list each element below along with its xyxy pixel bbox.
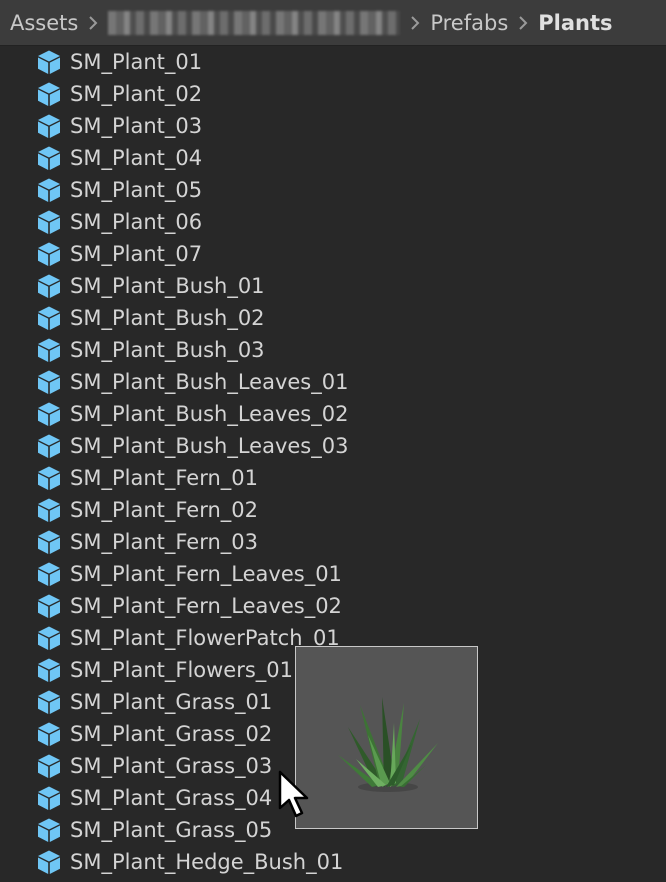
- list-item[interactable]: SM_Plant_Bush_03: [36, 334, 265, 366]
- chevron-right-icon: [400, 15, 430, 31]
- list-item[interactable]: SM_Plant_02: [36, 78, 202, 110]
- prefab-cube-icon: [36, 433, 70, 459]
- prefab-cube-icon: [36, 145, 70, 171]
- prefab-cube-icon: [36, 337, 70, 363]
- list-item[interactable]: SM_Plant_Fern_Leaves_01: [36, 558, 342, 590]
- mouse-pointer-icon: [278, 770, 309, 818]
- list-item-label: SM_Plant_Flowers_01: [70, 658, 294, 682]
- list-item[interactable]: SM_Plant_Grass_01: [36, 686, 272, 718]
- list-item[interactable]: SM_Plant_Fern_01: [36, 462, 258, 494]
- list-item[interactable]: SM_Plant_Grass_04: [36, 782, 272, 814]
- list-item[interactable]: SM_Plant_Flowers_01: [36, 654, 293, 686]
- list-item-label: SM_Plant_Bush_Leaves_02: [70, 402, 349, 426]
- prefab-cube-icon: [36, 113, 70, 139]
- chevron-right-icon: [78, 15, 108, 31]
- chevron-right-icon: [508, 15, 538, 31]
- list-item-label: SM_Plant_03: [70, 114, 203, 138]
- prefab-cube-icon: [36, 241, 70, 267]
- list-item-label: SM_Plant_Grass_05: [70, 818, 273, 842]
- list-item[interactable]: SM_Plant_Grass_03: [36, 750, 272, 782]
- list-item[interactable]: SM_Plant_Bush_Leaves_03: [36, 430, 348, 462]
- breadcrumb-redacted-folder[interactable]: [108, 10, 401, 35]
- list-item-label: SM_Plant_Grass_02: [70, 722, 273, 746]
- prefab-cube-icon: [36, 561, 70, 587]
- list-item-label: SM_Plant_Bush_Leaves_03: [70, 434, 349, 458]
- list-item[interactable]: SM_Plant_04: [36, 142, 202, 174]
- list-item[interactable]: SM_Plant_Fern_03: [36, 526, 258, 558]
- prefab-cube-icon: [36, 849, 70, 875]
- prefab-cube-icon: [36, 753, 70, 779]
- list-item-label: SM_Plant_Fern_Leaves_01: [70, 562, 342, 586]
- prefab-cube-icon: [36, 81, 70, 107]
- list-item[interactable]: SM_Plant_Grass_02: [36, 718, 272, 750]
- prefab-cube-icon: [36, 465, 70, 491]
- list-item-label: SM_Plant_Fern_02: [70, 498, 259, 522]
- prefab-cube-icon: [36, 817, 70, 843]
- list-item-label: SM_Plant_07: [70, 242, 203, 266]
- prefab-cube-icon: [36, 785, 70, 811]
- list-item[interactable]: SM_Plant_05: [36, 174, 202, 206]
- prefab-cube-icon: [36, 177, 70, 203]
- prefab-cube-icon: [36, 529, 70, 555]
- list-item-label: SM_Plant_Bush_03: [70, 338, 265, 362]
- list-item[interactable]: SM_Plant_Bush_Leaves_02: [36, 398, 348, 430]
- list-item[interactable]: SM_Plant_Hedge_Bush_01: [36, 846, 343, 878]
- list-item-label: SM_Plant_Bush_01: [70, 274, 265, 298]
- prefab-cube-icon: [36, 593, 70, 619]
- list-item-label: SM_Plant_Fern_01: [70, 466, 259, 490]
- prefab-cube-icon: [36, 721, 70, 747]
- list-item-label: SM_Plant_Grass_03: [70, 754, 273, 778]
- prefab-cube-icon: [36, 625, 70, 651]
- prefab-cube-icon: [36, 689, 70, 715]
- list-item[interactable]: SM_Plant_Fern_Leaves_02: [36, 590, 342, 622]
- breadcrumb-assets[interactable]: Assets: [10, 11, 78, 35]
- list-item-label: SM_Plant_Bush_02: [70, 306, 265, 330]
- list-item[interactable]: SM_Plant_Bush_01: [36, 270, 265, 302]
- list-item[interactable]: SM_Plant_01: [36, 46, 202, 78]
- list-item-label: SM_Plant_02: [70, 82, 203, 106]
- breadcrumb-plants[interactable]: Plants: [538, 11, 612, 35]
- grass-preview-thumbnail: [338, 697, 438, 792]
- list-item-label: SM_Plant_Fern_Leaves_02: [70, 594, 342, 618]
- list-item-label: SM_Plant_Grass_01: [70, 690, 273, 714]
- prefab-cube-icon: [36, 369, 70, 395]
- list-item-label: SM_Plant_Hedge_Bush_01: [70, 850, 344, 874]
- list-item-label: SM_Plant_Bush_Leaves_01: [70, 370, 349, 394]
- prefab-cube-icon: [36, 657, 70, 683]
- prefab-cube-icon: [36, 497, 70, 523]
- list-item[interactable]: SM_Plant_Bush_Leaves_01: [36, 366, 348, 398]
- list-item-label: SM_Plant_04: [70, 146, 203, 170]
- prefab-cube-icon: [36, 273, 70, 299]
- list-item-label: SM_Plant_06: [70, 210, 203, 234]
- prefab-cube-icon: [36, 305, 70, 331]
- prefab-cube-icon: [36, 49, 70, 75]
- list-item[interactable]: SM_Plant_06: [36, 206, 202, 238]
- prefab-cube-icon: [36, 209, 70, 235]
- list-item[interactable]: SM_Plant_Grass_05: [36, 814, 272, 846]
- asset-preview-tooltip: [295, 646, 478, 829]
- breadcrumb: Assets Prefabs Plants: [0, 0, 666, 46]
- prefab-cube-icon: [36, 401, 70, 427]
- list-item[interactable]: SM_Plant_03: [36, 110, 202, 142]
- list-item[interactable]: SM_Plant_Bush_02: [36, 302, 265, 334]
- list-item-label: SM_Plant_Grass_04: [70, 786, 273, 810]
- list-item-label: SM_Plant_05: [70, 178, 203, 202]
- breadcrumb-prefabs[interactable]: Prefabs: [430, 11, 508, 35]
- list-item[interactable]: SM_Plant_Fern_02: [36, 494, 258, 526]
- list-item-label: SM_Plant_01: [70, 50, 203, 74]
- list-item[interactable]: SM_Plant_07: [36, 238, 202, 270]
- list-item-label: SM_Plant_Fern_03: [70, 530, 259, 554]
